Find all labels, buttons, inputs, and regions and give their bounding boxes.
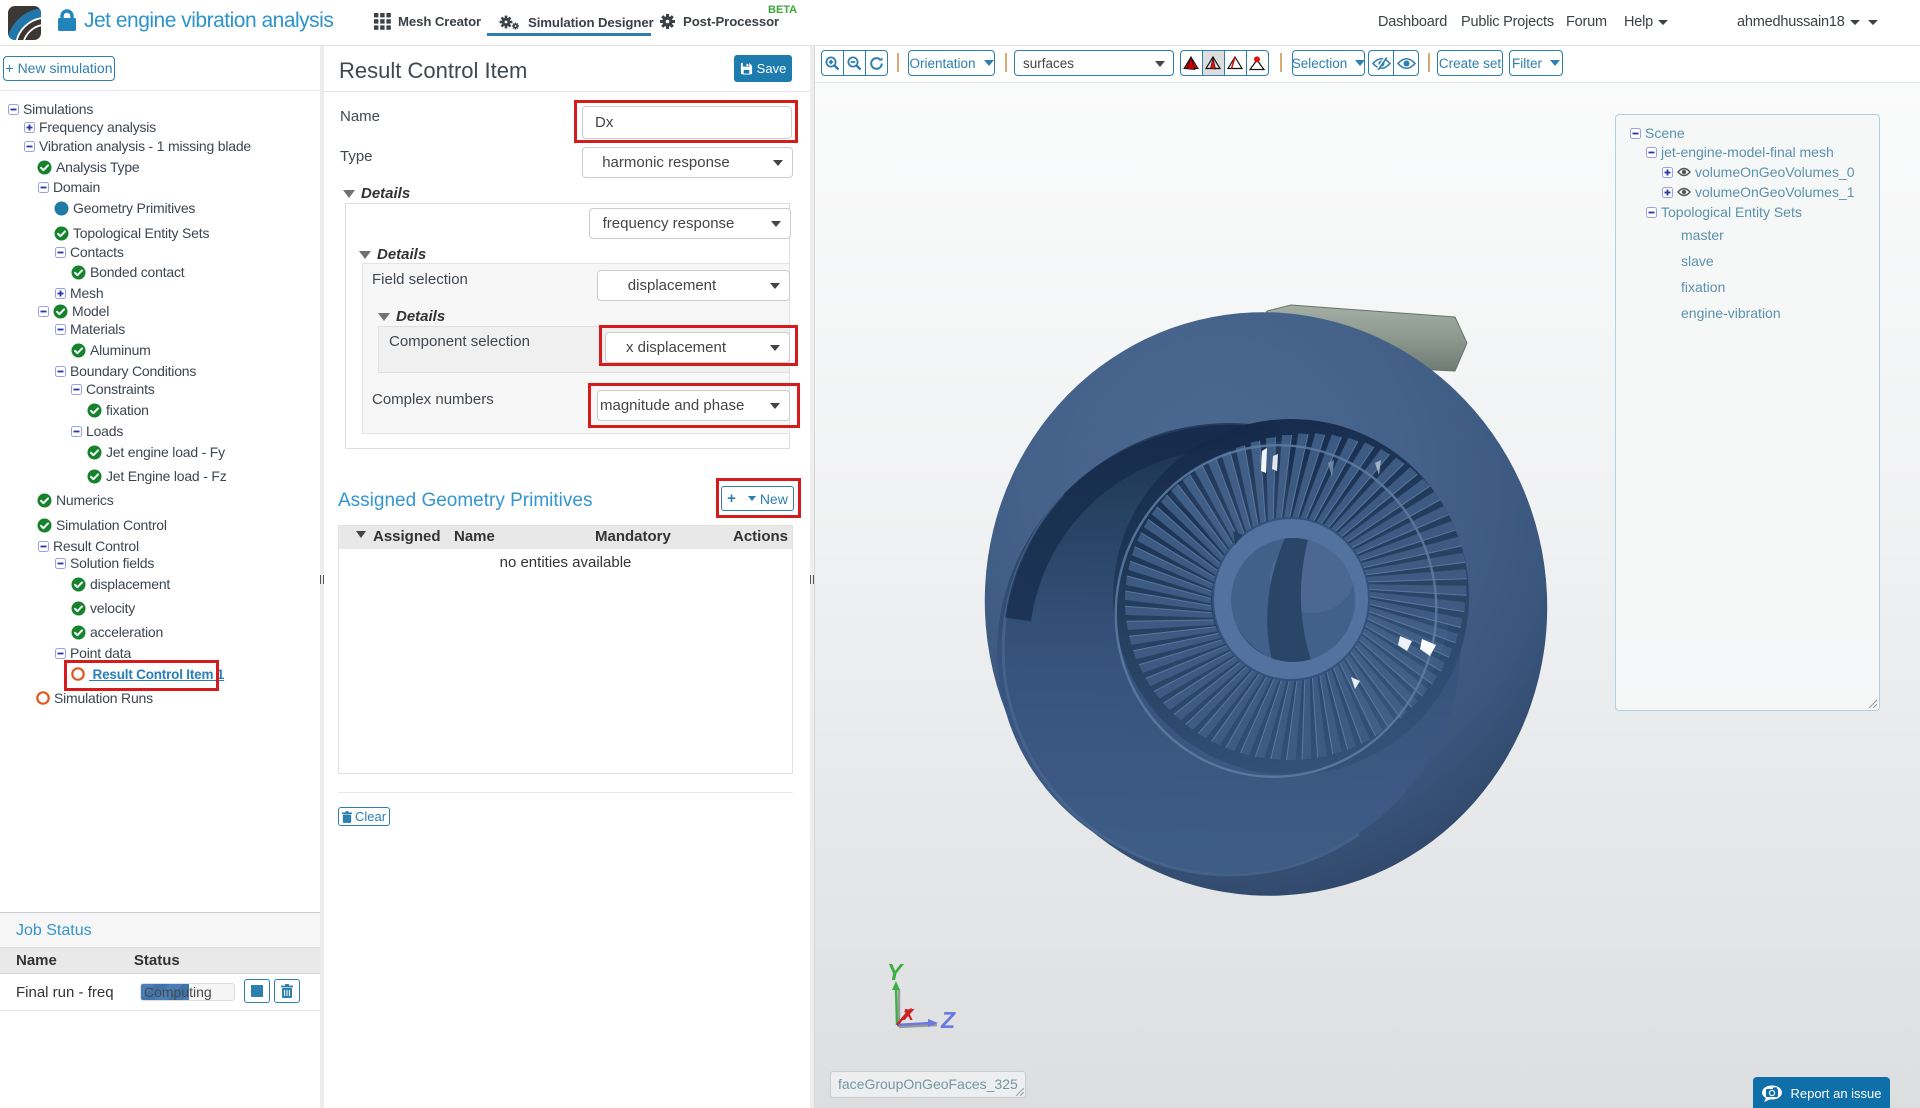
- svg-text:X: X: [902, 1007, 915, 1024]
- svg-text:Y: Y: [887, 959, 905, 985]
- svg-text:Z: Z: [940, 1007, 956, 1033]
